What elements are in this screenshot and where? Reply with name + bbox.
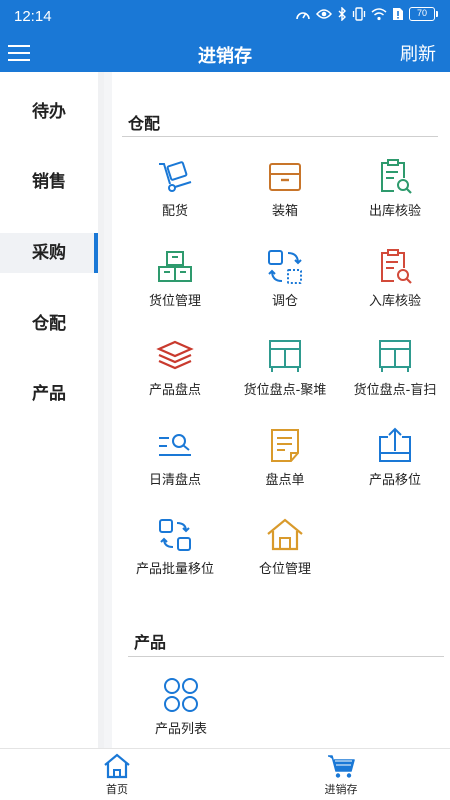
menu-item-outbound-check[interactable]: 出库核验 [340,158,450,238]
menu-item-product-batch-move[interactable]: 产品批量移位 [120,516,230,596]
menu-item-inbound-check[interactable]: 入库核验 [340,248,450,328]
battery-indicator: 70 [409,7,438,21]
menu-item-label: 产品批量移位 [135,562,214,577]
menu-item-location-inventory-blind[interactable]: 货位盘点-盲扫 [340,337,450,417]
outbound-check-icon [381,159,412,194]
dolly-icon [159,161,192,192]
menu-item-label: 货位盘点-盲扫 [353,383,437,398]
section-divider [122,136,438,137]
app-bar: 进销存 刷新 [0,34,450,72]
wifi-icon [371,7,387,20]
tab-label: 首页 [106,783,128,796]
menu-item-label: 产品列表 [154,722,207,737]
tab-label: 进销存 [324,783,358,796]
menu-item-product-list[interactable]: 产品列表 [126,676,236,748]
list-search-icon [159,434,191,456]
bottom-nav: 首页 进销存 [0,748,450,800]
menu-item-label: 货位盘点-聚堆 [243,383,327,398]
inbound-check-icon [381,249,412,284]
home-icon [104,753,130,779]
grid-circles-icon [164,678,198,712]
shelf-scan-icon [379,340,411,372]
sidebar-item-sales[interactable]: 销售 [0,162,98,202]
menu-item-label: 调仓 [271,294,298,309]
sidebar: 待办 销售 采购 仓配 产品 [0,72,98,748]
sidebar-item-warehouse[interactable]: 仓配 [0,304,98,344]
sidebar-item-todo[interactable]: 待办 [0,92,98,132]
section-title-warehouse: 仓配 [128,114,161,133]
menu-item-location-inventory-stack[interactable]: 货位盘点-聚堆 [230,337,340,417]
cart-icon [328,755,355,778]
menu-item-label: 装箱 [271,204,298,219]
menu-item-label: 出库核验 [368,204,421,219]
menu-item-location-management[interactable]: 货位管理 [120,248,230,328]
refresh-button[interactable]: 刷新 [400,40,436,66]
sidebar-item-product[interactable]: 产品 [0,374,98,414]
eye-icon [316,9,332,19]
battery-level: 70 [409,7,435,21]
bluetooth-icon [338,7,346,21]
main-content: 仓配 配货 装箱 出库核验 货位管理 调仓 入库核验 产品盘点 货位盘点-聚堆 … [98,72,450,748]
menu-item-product-inventory[interactable]: 产品盘点 [120,337,230,417]
menu-item-label: 产品移位 [368,473,421,488]
batch-move-icon [159,519,191,551]
function-panel: 仓配 配货 装箱 出库核验 货位管理 调仓 入库核验 产品盘点 货位盘点-聚堆 … [112,72,450,748]
speed-icon [296,12,310,20]
menu-item-product-move[interactable]: 产品移位 [340,427,450,507]
tray-upload-icon [379,427,411,462]
tab-home[interactable]: 首页 [77,753,157,799]
menu-item-inventory-sheet[interactable]: 盘点单 [230,427,340,507]
menu-item-warehouse-location-management[interactable]: 仓位管理 [230,516,340,596]
menu-item-label: 货位管理 [148,294,201,309]
status-icons: 70 [295,7,438,21]
menu-item-label: 仓位管理 [258,562,311,577]
status-bar: 12:14 70 [0,0,450,34]
page-title: 进销存 [198,46,252,67]
section-title-product: 产品 [134,633,167,652]
menu-item-distribution[interactable]: 配货 [120,158,230,238]
box-icon [269,163,301,191]
menu-item-packing[interactable]: 装箱 [230,158,340,238]
layers-icon [156,340,194,370]
menu-item-label: 盘点单 [265,473,305,488]
menu-item-label: 配货 [161,204,188,219]
vibrate-icon [352,7,366,21]
sim-alert-icon [393,8,403,20]
menu-item-transfer[interactable]: 调仓 [230,248,340,328]
sidebar-item-purchase[interactable]: 采购 [0,233,98,273]
status-time: 12:14 [14,8,52,25]
shelf-icon [269,340,301,372]
section-divider [128,656,444,657]
stacked-boxes-icon [158,251,192,282]
warehouse-icon [267,518,303,551]
tab-inventory[interactable]: 进销存 [301,753,381,799]
menu-item-label: 入库核验 [368,294,421,309]
menu-item-label: 日清盘点 [148,473,201,488]
transfer-icon [268,250,302,284]
menu-item-label: 产品盘点 [148,383,201,398]
menu-item-daily-inventory[interactable]: 日清盘点 [120,427,230,507]
document-icon [271,429,299,462]
